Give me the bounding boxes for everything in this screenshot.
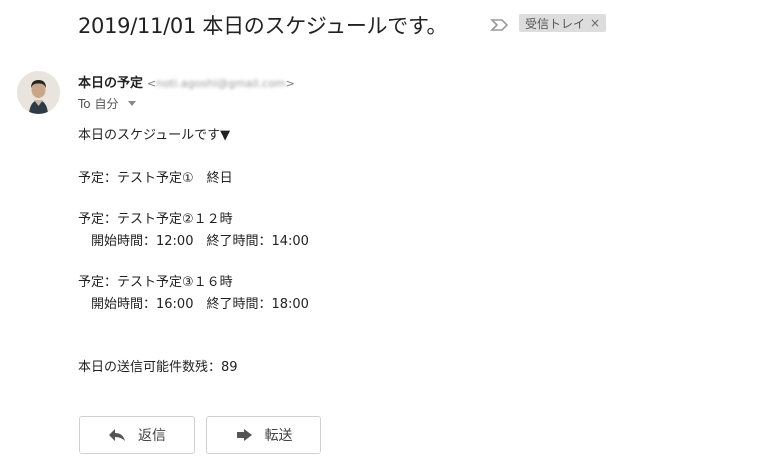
chevron-down-icon (128, 101, 137, 106)
body-line: 予定：テスト予定① 終日 (78, 171, 233, 186)
subject-row: 2019/11/01 本日のスケジュールです。 (78, 10, 448, 40)
recipient-details-toggle[interactable]: To 自分 (78, 95, 137, 112)
body-line: 予定：テスト予定②１２時 (78, 212, 233, 227)
forward-label: 転送 (264, 428, 293, 444)
remove-label-icon[interactable]: × (590, 16, 600, 30)
body-line: 開始時間：12:00 終了時間：14:00 (78, 234, 309, 249)
sender-email: <noti.agoshi@gmail.com> (147, 77, 295, 90)
sender-name[interactable]: 本日の予定 (78, 72, 143, 91)
reply-arrow-icon (108, 428, 126, 442)
inbox-label-text: 受信トレイ (525, 16, 586, 31)
email-address-obscured: noti.agoshi@gmail.com (156, 77, 286, 90)
importance-marker-icon[interactable] (490, 17, 510, 31)
avatar[interactable] (17, 71, 60, 114)
reply-button[interactable]: 返信 (79, 416, 195, 454)
reply-label: 返信 (138, 428, 166, 444)
forward-arrow-icon (235, 428, 253, 442)
body-line: 開始時間：16:00 終了時間：18:00 (78, 297, 309, 312)
email-close-bracket: > (285, 77, 295, 90)
recipient-text: To 自分 (78, 97, 119, 111)
email-open-bracket: < (147, 77, 157, 90)
forward-button[interactable]: 転送 (206, 416, 321, 454)
sender-line: 本日の予定 <noti.agoshi@gmail.com> (78, 72, 295, 91)
body-line: 本日の送信可能件数残：89 (78, 360, 238, 375)
avatar-photo (17, 71, 60, 114)
body-line: 本日のスケジュールです▼ (78, 128, 231, 143)
inbox-label-chip[interactable]: 受信トレイ × (519, 14, 607, 32)
email-subject: 2019/11/01 本日のスケジュールです。 (78, 14, 448, 38)
body-line: 予定：テスト予定③１６時 (78, 275, 233, 290)
